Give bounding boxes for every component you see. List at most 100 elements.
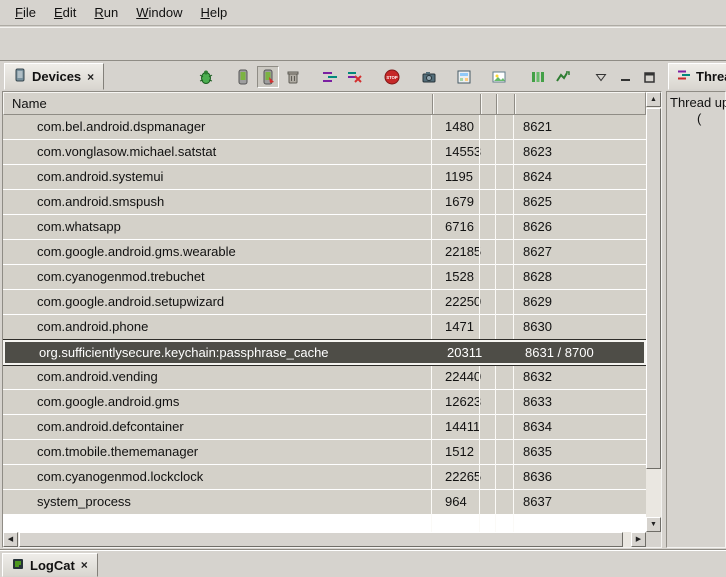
screen-capture-icon[interactable] <box>418 66 440 88</box>
table-row[interactable]: com.bel.android.dspmanager 1480 8621 <box>3 115 646 139</box>
tab-threads[interactable]: Threads <box>668 63 726 90</box>
process-port: 8623 <box>523 140 552 164</box>
process-port: 8634 <box>523 415 552 439</box>
toolbar-strip <box>0 27 726 61</box>
table-row[interactable]: com.android.systemui 1195 8624 <box>3 165 646 189</box>
table-row[interactable]: com.vonglasow.michael.satstat 14553 8623 <box>3 140 646 164</box>
view-hierarchy-icon[interactable] <box>453 66 475 88</box>
scroll-up-icon[interactable]: ▲ <box>646 92 661 107</box>
logcat-tab-label: LogCat <box>30 558 75 573</box>
table-row[interactable]: org.sufficientlysecure.keychain:passphra… <box>3 340 646 365</box>
devices-tab-close-icon[interactable]: × <box>86 70 95 84</box>
table-header: Name <box>3 92 646 115</box>
process-name: com.android.vending <box>37 365 158 389</box>
process-pid: 964 <box>445 490 467 514</box>
table-row[interactable]: com.android.vending 22440 8632 <box>3 365 646 389</box>
table-row[interactable]: com.tmobile.thememanager 1512 8635 <box>3 440 646 464</box>
table-row[interactable]: com.google.android.gms 12623 8633 <box>3 390 646 414</box>
process-pid: 20311 <box>447 342 482 363</box>
table-row[interactable]: com.android.smspush 1679 8625 <box>3 190 646 214</box>
threads-message: Thread up <box>670 95 726 110</box>
tab-devices[interactable]: Devices × <box>4 63 104 90</box>
opengl-trace-icon[interactable] <box>552 66 574 88</box>
process-name: com.cyanogenmod.lockclock <box>37 465 203 489</box>
menu-window[interactable]: Window <box>127 1 191 24</box>
process-pid: 12623 <box>445 390 481 414</box>
logcat-tab-close-icon[interactable]: × <box>80 558 89 572</box>
devices-tab-label: Devices <box>32 69 81 84</box>
logcat-tab-icon <box>11 557 25 574</box>
process-port: 8626 <box>523 215 552 239</box>
devices-panel: Devices × STOP Name <box>2 62 662 548</box>
table-row[interactable]: com.cyanogenmod.trebuchet 1528 8628 <box>3 265 646 289</box>
process-pid: 1528 <box>445 265 474 289</box>
process-port: 8636 <box>523 465 552 489</box>
screenshot-image-icon[interactable] <box>488 66 510 88</box>
column-header-name[interactable]: Name <box>12 96 47 111</box>
process-port: 8627 <box>523 240 552 264</box>
table-row[interactable]: com.google.android.gms.wearable 22185 86… <box>3 240 646 264</box>
process-name: com.android.phone <box>37 315 148 339</box>
table-row[interactable]: com.cyanogenmod.lockclock 22265 8636 <box>3 465 646 489</box>
devices-table: Name com.bel.android.dspmanager 1480 862… <box>2 91 662 548</box>
column-divider[interactable] <box>432 94 434 115</box>
devices-panel-header: Devices × STOP <box>2 62 662 91</box>
column-divider[interactable] <box>480 94 482 115</box>
process-port: 8625 <box>523 190 552 214</box>
threads-tab-label: Threads <box>696 69 726 84</box>
threads-panel: Threads Thread up ( <box>666 62 726 548</box>
update-threads-icon[interactable] <box>319 66 341 88</box>
menu-run[interactable]: Run <box>85 1 127 24</box>
process-pid: 14411 <box>445 415 480 439</box>
column-divider[interactable] <box>514 94 516 115</box>
process-port: 8633 <box>523 390 552 414</box>
capture-systrace-icon[interactable] <box>527 66 549 88</box>
vertical-scroll-thumb[interactable] <box>646 108 661 469</box>
scroll-down-icon[interactable]: ▼ <box>646 517 661 532</box>
horizontal-scrollbar[interactable]: ◀ ▶ <box>3 532 646 547</box>
process-name: com.vonglasow.michael.satstat <box>37 140 216 164</box>
scroll-left-icon[interactable]: ◀ <box>3 532 18 547</box>
start-method-profiling-icon[interactable] <box>344 66 366 88</box>
svg-text:STOP: STOP <box>386 75 398 80</box>
tab-logcat[interactable]: LogCat × <box>2 553 98 577</box>
menu-edit[interactable]: Edit <box>45 1 85 24</box>
process-pid: 22440 <box>445 365 481 389</box>
process-port: 8632 <box>523 365 552 389</box>
process-port: 8637 <box>523 490 552 514</box>
main-area: Devices × STOP Name <box>0 62 726 550</box>
scroll-right-icon[interactable]: ▶ <box>631 532 646 547</box>
process-pid: 1512 <box>445 440 474 464</box>
process-name: com.tmobile.thememanager <box>37 440 198 464</box>
process-name: org.sufficientlysecure.keychain:passphra… <box>39 342 329 363</box>
maximize-icon[interactable] <box>640 68 658 86</box>
table-row[interactable]: system_process 964 8637 <box>3 490 646 514</box>
process-pid: 1480 <box>445 115 474 139</box>
minimize-icon[interactable] <box>616 68 634 86</box>
process-port: 8631 / 8700 <box>525 342 594 363</box>
debug-process-icon[interactable] <box>195 66 217 88</box>
devices-view-controls <box>592 64 658 90</box>
stop-process-icon[interactable]: STOP <box>381 66 403 88</box>
horizontal-scroll-thumb[interactable] <box>19 532 623 547</box>
view-menu-icon[interactable] <box>592 68 610 86</box>
dump-hprof-icon[interactable] <box>257 66 279 88</box>
menu-file[interactable]: File <box>6 1 45 24</box>
table-row[interactable]: com.android.phone 1471 8630 <box>3 315 646 339</box>
process-port: 8624 <box>523 165 552 189</box>
logcat-bar: LogCat × <box>0 550 726 577</box>
cause-gc-icon[interactable] <box>282 66 304 88</box>
table-row[interactable]: com.whatsapp 6716 8626 <box>3 215 646 239</box>
table-row[interactable]: com.android.defcontainer 14411 8634 <box>3 415 646 439</box>
menu-help[interactable]: Help <box>191 1 236 24</box>
table-row[interactable]: com.google.android.setupwizard 22250 862… <box>3 290 646 314</box>
column-divider[interactable] <box>496 94 498 115</box>
process-pid: 1679 <box>445 190 474 214</box>
process-name: com.google.android.setupwizard <box>37 290 224 314</box>
process-name: com.android.systemui <box>37 165 163 189</box>
vertical-scrollbar[interactable]: ▲ ▼ <box>646 92 661 532</box>
device-table-rows: com.bel.android.dspmanager 1480 8621 com… <box>3 115 646 532</box>
process-pid: 1471 <box>445 315 474 339</box>
threads-tab-icon <box>677 68 691 85</box>
update-heap-icon[interactable] <box>232 66 254 88</box>
